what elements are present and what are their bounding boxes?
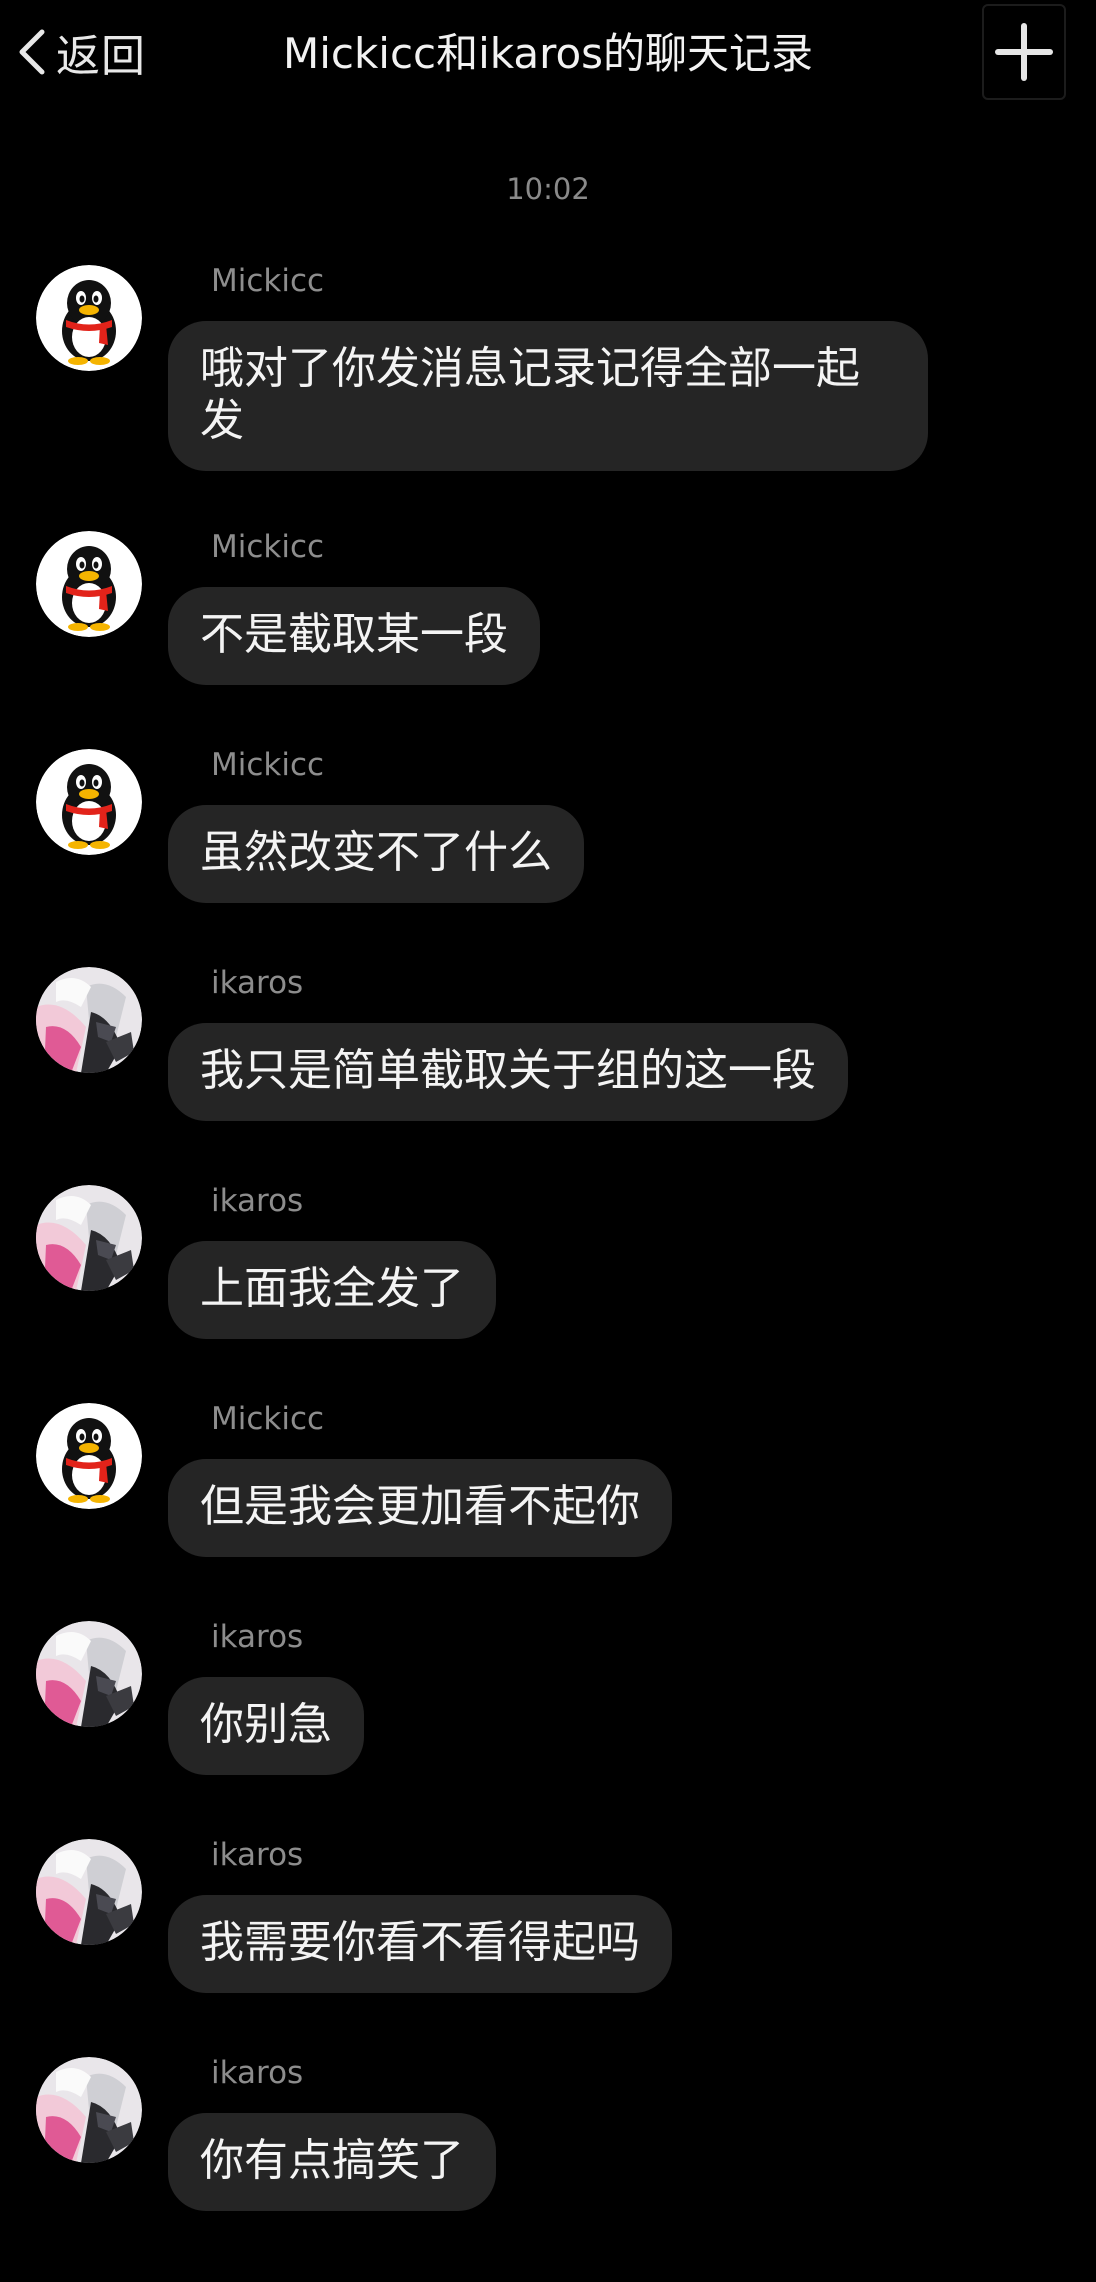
penguin-avatar-icon [36, 1403, 142, 1509]
anime-avatar-icon [36, 1621, 142, 1727]
avatar[interactable] [36, 265, 142, 371]
message-bubble[interactable]: 但是我会更加看不起你 [168, 1459, 672, 1557]
avatar[interactable] [36, 967, 142, 1073]
anime-avatar-icon [36, 2057, 142, 2163]
sender-name: Mickicc [211, 747, 325, 783]
avatar[interactable] [36, 2057, 142, 2163]
back-label: 返回 [56, 31, 146, 82]
sender-name: ikaros [211, 1837, 304, 1873]
back-button[interactable]: 返回 [12, 22, 146, 82]
message-timestamp: 10:02 [506, 172, 590, 206]
message-bubble[interactable]: 上面我全发了 [168, 1241, 496, 1339]
chevron-left-icon [19, 29, 45, 75]
anime-avatar-icon [36, 967, 142, 1073]
sender-name: Mickicc [211, 1401, 325, 1437]
message-bubble[interactable]: 我需要你看不看得起吗 [168, 1895, 672, 1993]
page-title: Mickicc和ikaros的聊天记录 [282, 29, 814, 78]
sender-name: Mickicc [211, 263, 325, 299]
message-bubble[interactable]: 你别急 [168, 1677, 364, 1775]
navigation-bar: 返回 Mickicc和ikaros的聊天记录 [0, 0, 1096, 108]
penguin-avatar-icon [36, 749, 142, 855]
sender-name: ikaros [211, 1183, 304, 1219]
avatar[interactable] [36, 1185, 142, 1291]
sender-name: ikaros [211, 2055, 304, 2091]
sender-name: Mickicc [211, 529, 325, 565]
sender-name: ikaros [211, 1619, 304, 1655]
anime-avatar-icon [36, 1185, 142, 1291]
avatar[interactable] [36, 749, 142, 855]
avatar[interactable] [36, 531, 142, 637]
plus-icon [995, 23, 1053, 81]
avatar[interactable] [36, 1839, 142, 1945]
message-bubble[interactable]: 虽然改变不了什么 [168, 805, 584, 903]
message-bubble[interactable]: 不是截取某一段 [168, 587, 540, 685]
sender-name: ikaros [211, 965, 304, 1001]
message-bubble[interactable]: 你有点搞笑了 [168, 2113, 496, 2211]
message-bubble[interactable]: 我只是简单截取关于组的这一段 [168, 1023, 848, 1121]
message-bubble[interactable]: 哦对了你发消息记录记得全部一起发 [168, 321, 928, 471]
penguin-avatar-icon [36, 265, 142, 371]
penguin-avatar-icon [36, 531, 142, 637]
avatar[interactable] [36, 1403, 142, 1509]
add-button[interactable] [982, 4, 1066, 100]
avatar[interactable] [36, 1621, 142, 1727]
anime-avatar-icon [36, 1839, 142, 1945]
